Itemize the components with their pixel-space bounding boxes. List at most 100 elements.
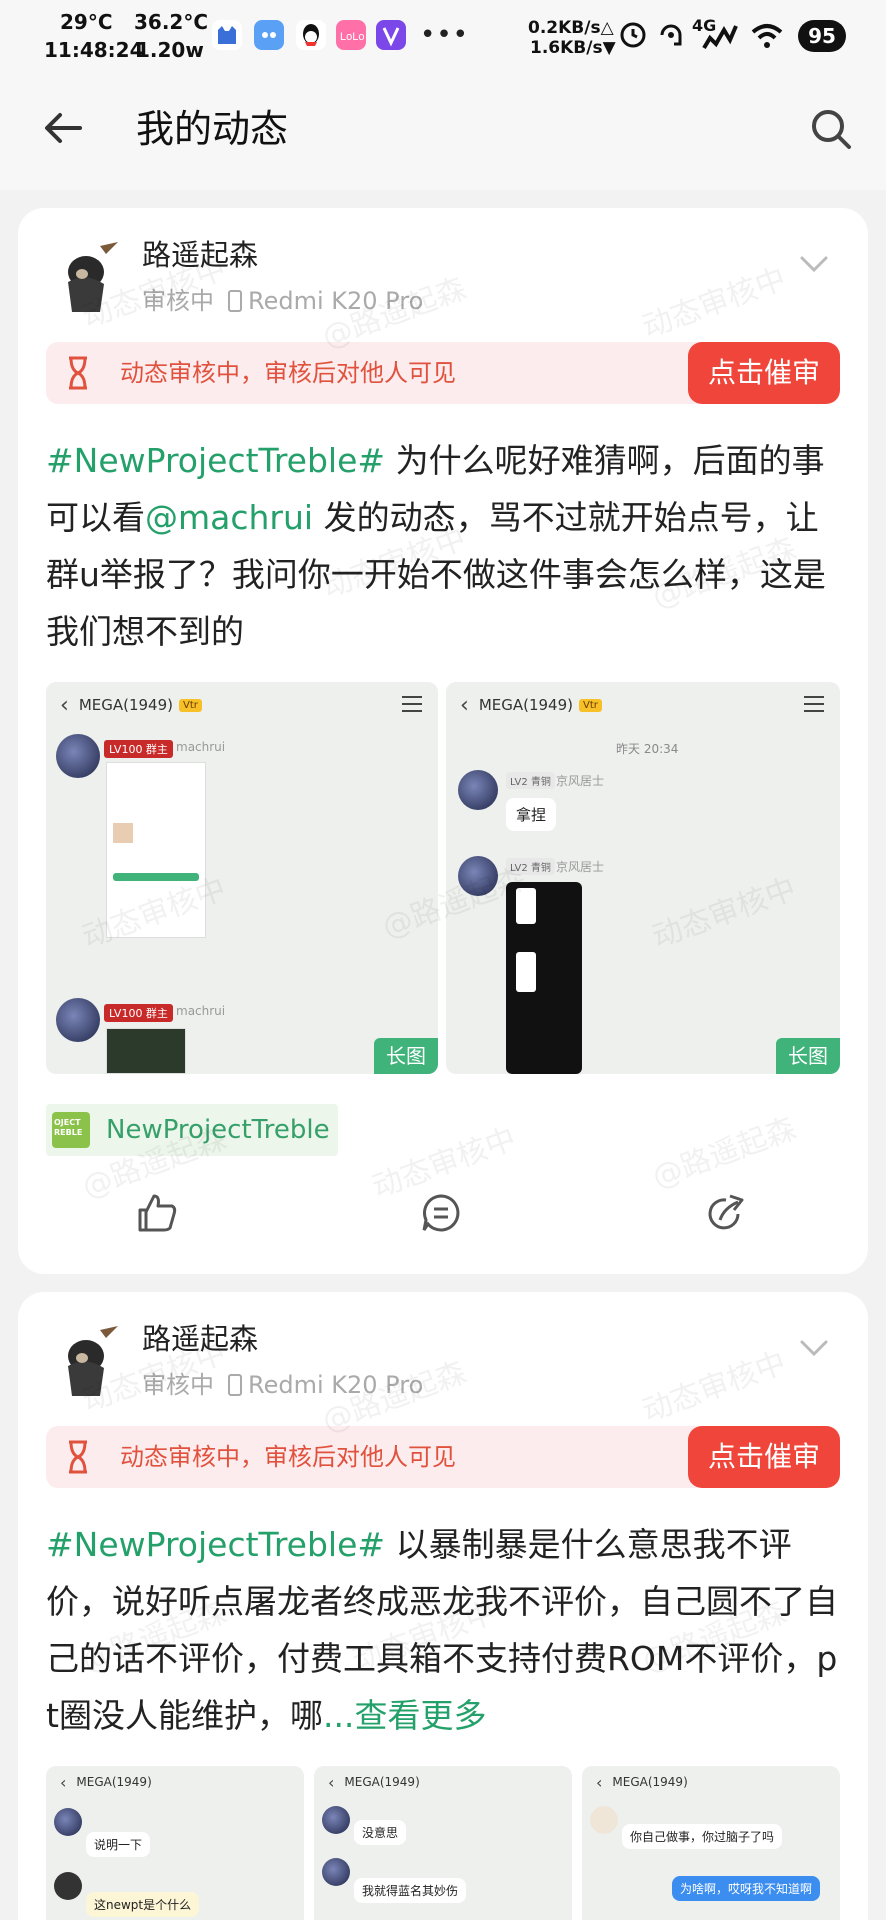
- review-notice-bar: 动态审核中，审核后对他人可见 点击催审: [46, 1426, 840, 1488]
- urge-review-button[interactable]: 点击催审: [688, 342, 840, 404]
- chevron-down-icon[interactable]: [798, 1332, 830, 1364]
- image-header: ‹ MEGA(1949) Vtr: [446, 682, 840, 728]
- phone-icon: [228, 290, 242, 312]
- topic-tag[interactable]: #NewProjectTreble#: [46, 441, 385, 480]
- chevron-down-icon[interactable]: [798, 248, 830, 280]
- watermark: 动态审核中: [637, 1345, 791, 1430]
- nfc-icon: [660, 24, 682, 46]
- level-tag: LV2 青铜: [506, 772, 555, 789]
- level-tag: LV100 群主: [104, 1004, 173, 1022]
- chat-message: 没意思: [354, 1820, 407, 1845]
- comment-icon[interactable]: [420, 1192, 462, 1234]
- chat-message: 这newpt是个什么: [86, 1892, 200, 1917]
- chat-avatar: [458, 856, 498, 896]
- watermark: 动态审核中: [637, 261, 791, 346]
- review-notice-text: 动态审核中，审核后对他人可见: [120, 359, 456, 387]
- level-tag: LV2 青铜: [506, 858, 555, 875]
- sender-name: machrui: [176, 1004, 226, 1018]
- menu-icon: [804, 696, 824, 712]
- sender-name: machrui: [176, 740, 226, 754]
- see-more-link[interactable]: 查看更多: [354, 1696, 486, 1735]
- level-tag: LV100 群主: [104, 740, 173, 758]
- back-chevron-icon: ‹: [60, 692, 69, 718]
- author-name[interactable]: 路遥起森: [142, 1320, 258, 1358]
- topic-tag[interactable]: #NewProjectTreble#: [46, 1525, 385, 1564]
- mention-link[interactable]: @machrui: [145, 498, 313, 537]
- screenshot-preview: [506, 882, 582, 1074]
- menu-icon: [402, 696, 422, 712]
- back-arrow-icon[interactable]: [40, 104, 88, 152]
- post-image[interactable]: ‹ MEGA(1949) Vtr LV100 群主 machrui LV100 …: [46, 682, 438, 1074]
- hourglass-icon: [69, 356, 87, 390]
- chat-avatar: [56, 998, 100, 1042]
- image-header: ‹ MEGA(1949) Vtr: [46, 682, 438, 728]
- chat-message: 为啥啊，哎呀我不知道啊: [672, 1876, 821, 1901]
- page-title: 我的动态: [136, 107, 289, 151]
- hourglass-icon: [69, 1440, 87, 1474]
- group-name: MEGA(1949): [78, 696, 173, 714]
- post-card[interactable]: 路遥起森 审核中 Redmi K20 Pro 动态审核中，审核后对他人可见 点击…: [18, 208, 868, 1274]
- post-meta: 审核中 Redmi K20 Pro: [142, 1370, 423, 1400]
- robot-app-icon: [254, 20, 284, 50]
- post-text[interactable]: #NewProjectTreble# 为什么呢好难猜啊，后面的事可以看@mach…: [46, 432, 846, 660]
- avatar[interactable]: [56, 1326, 120, 1398]
- post-image[interactable]: ‹ MEGA(1949) 没意思 我就得蓝名其妙伤: [314, 1766, 572, 1920]
- chat-message: 拿捏: [506, 798, 557, 831]
- group-name: MEGA(1949): [478, 696, 573, 714]
- urge-review-button[interactable]: 点击催审: [688, 1426, 840, 1488]
- review-notice-bar: 动态审核中，审核后对他人可见 点击催审: [46, 342, 840, 404]
- temperature-2: 36.2°C: [134, 10, 209, 34]
- topic-chip[interactable]: OJECT REBLE NewProjectTreble: [46, 1104, 338, 1156]
- device-name: Redmi K20 Pro: [248, 287, 424, 315]
- back-chevron-icon: ‹: [596, 1772, 603, 1792]
- sender-name: 京风居士: [556, 774, 605, 788]
- watermark: @路遥起森: [647, 1111, 801, 1196]
- chat-avatar: [322, 1806, 350, 1834]
- image-header: ‹ MEGA(1949): [314, 1766, 572, 1798]
- wifi-icon: [751, 24, 783, 48]
- alarm-icon: [620, 22, 646, 48]
- share-icon[interactable]: [704, 1192, 746, 1234]
- group-name: MEGA(1949): [76, 1775, 152, 1789]
- back-chevron-icon: ‹: [460, 692, 469, 718]
- chat-avatar: [56, 734, 100, 778]
- post-text[interactable]: #NewProjectTreble# 以暴制暴是什么意思我不评价，说好听点屠龙者…: [46, 1516, 846, 1744]
- avatar[interactable]: [56, 242, 120, 314]
- post-image[interactable]: ‹ MEGA(1949) 你自己做事，你过脑子了吗 为啥啊，哎呀我不知道啊: [582, 1766, 840, 1920]
- chat-message: 我就得蓝名其妙伤: [354, 1878, 467, 1903]
- lofter-app-icon: LoLo: [336, 20, 366, 50]
- group-name: MEGA(1949): [612, 1775, 688, 1789]
- like-icon[interactable]: [136, 1192, 178, 1234]
- author-name[interactable]: 路遥起森: [142, 236, 258, 274]
- screenshot-preview: [106, 762, 206, 938]
- qq-app-icon: [296, 20, 326, 50]
- topic-label[interactable]: NewProjectTreble: [106, 1114, 330, 1146]
- title-bar: 我的动态: [0, 76, 886, 190]
- image-header: ‹ MEGA(1949): [582, 1766, 840, 1798]
- temperature-1: 29°C: [60, 10, 113, 34]
- chat-avatar: [590, 1806, 618, 1834]
- post-image[interactable]: ‹ MEGA(1949) 说明一下 这newpt是个什么: [46, 1766, 304, 1920]
- back-chevron-icon: ‹: [60, 1772, 67, 1792]
- topic-logo-icon: OJECT REBLE: [52, 1112, 90, 1148]
- chat-message: 你自己做事，你过脑子了吗: [622, 1824, 783, 1849]
- chat-avatar: [54, 1808, 82, 1836]
- screenshot-preview: [106, 1028, 186, 1074]
- cat-app-icon: [212, 20, 242, 50]
- review-status: 审核中: [142, 287, 214, 315]
- battery-indicator: 95: [798, 20, 846, 52]
- chat-avatar: [458, 770, 498, 810]
- post-image[interactable]: ‹ MEGA(1949) Vtr 昨天 20:34 LV2 青铜 京风居士 拿捏…: [446, 682, 840, 1074]
- phone-icon: [228, 1374, 242, 1396]
- ellipsis: ...: [322, 1696, 355, 1735]
- review-status: 审核中: [142, 1371, 214, 1399]
- post-meta: 审核中 Redmi K20 Pro: [142, 286, 423, 316]
- image-header: ‹ MEGA(1949): [46, 1766, 304, 1798]
- group-name: MEGA(1949): [344, 1775, 420, 1789]
- review-notice-text: 动态审核中，审核后对他人可见: [120, 1443, 456, 1471]
- post-card[interactable]: 路遥起森 审核中 Redmi K20 Pro 动态审核中，审核后对他人可见 点击…: [18, 1292, 868, 1920]
- more-notifications-icon: •••: [420, 20, 470, 50]
- device-name: Redmi K20 Pro: [248, 1371, 424, 1399]
- search-icon[interactable]: [808, 106, 854, 152]
- chat-avatar: [322, 1858, 350, 1886]
